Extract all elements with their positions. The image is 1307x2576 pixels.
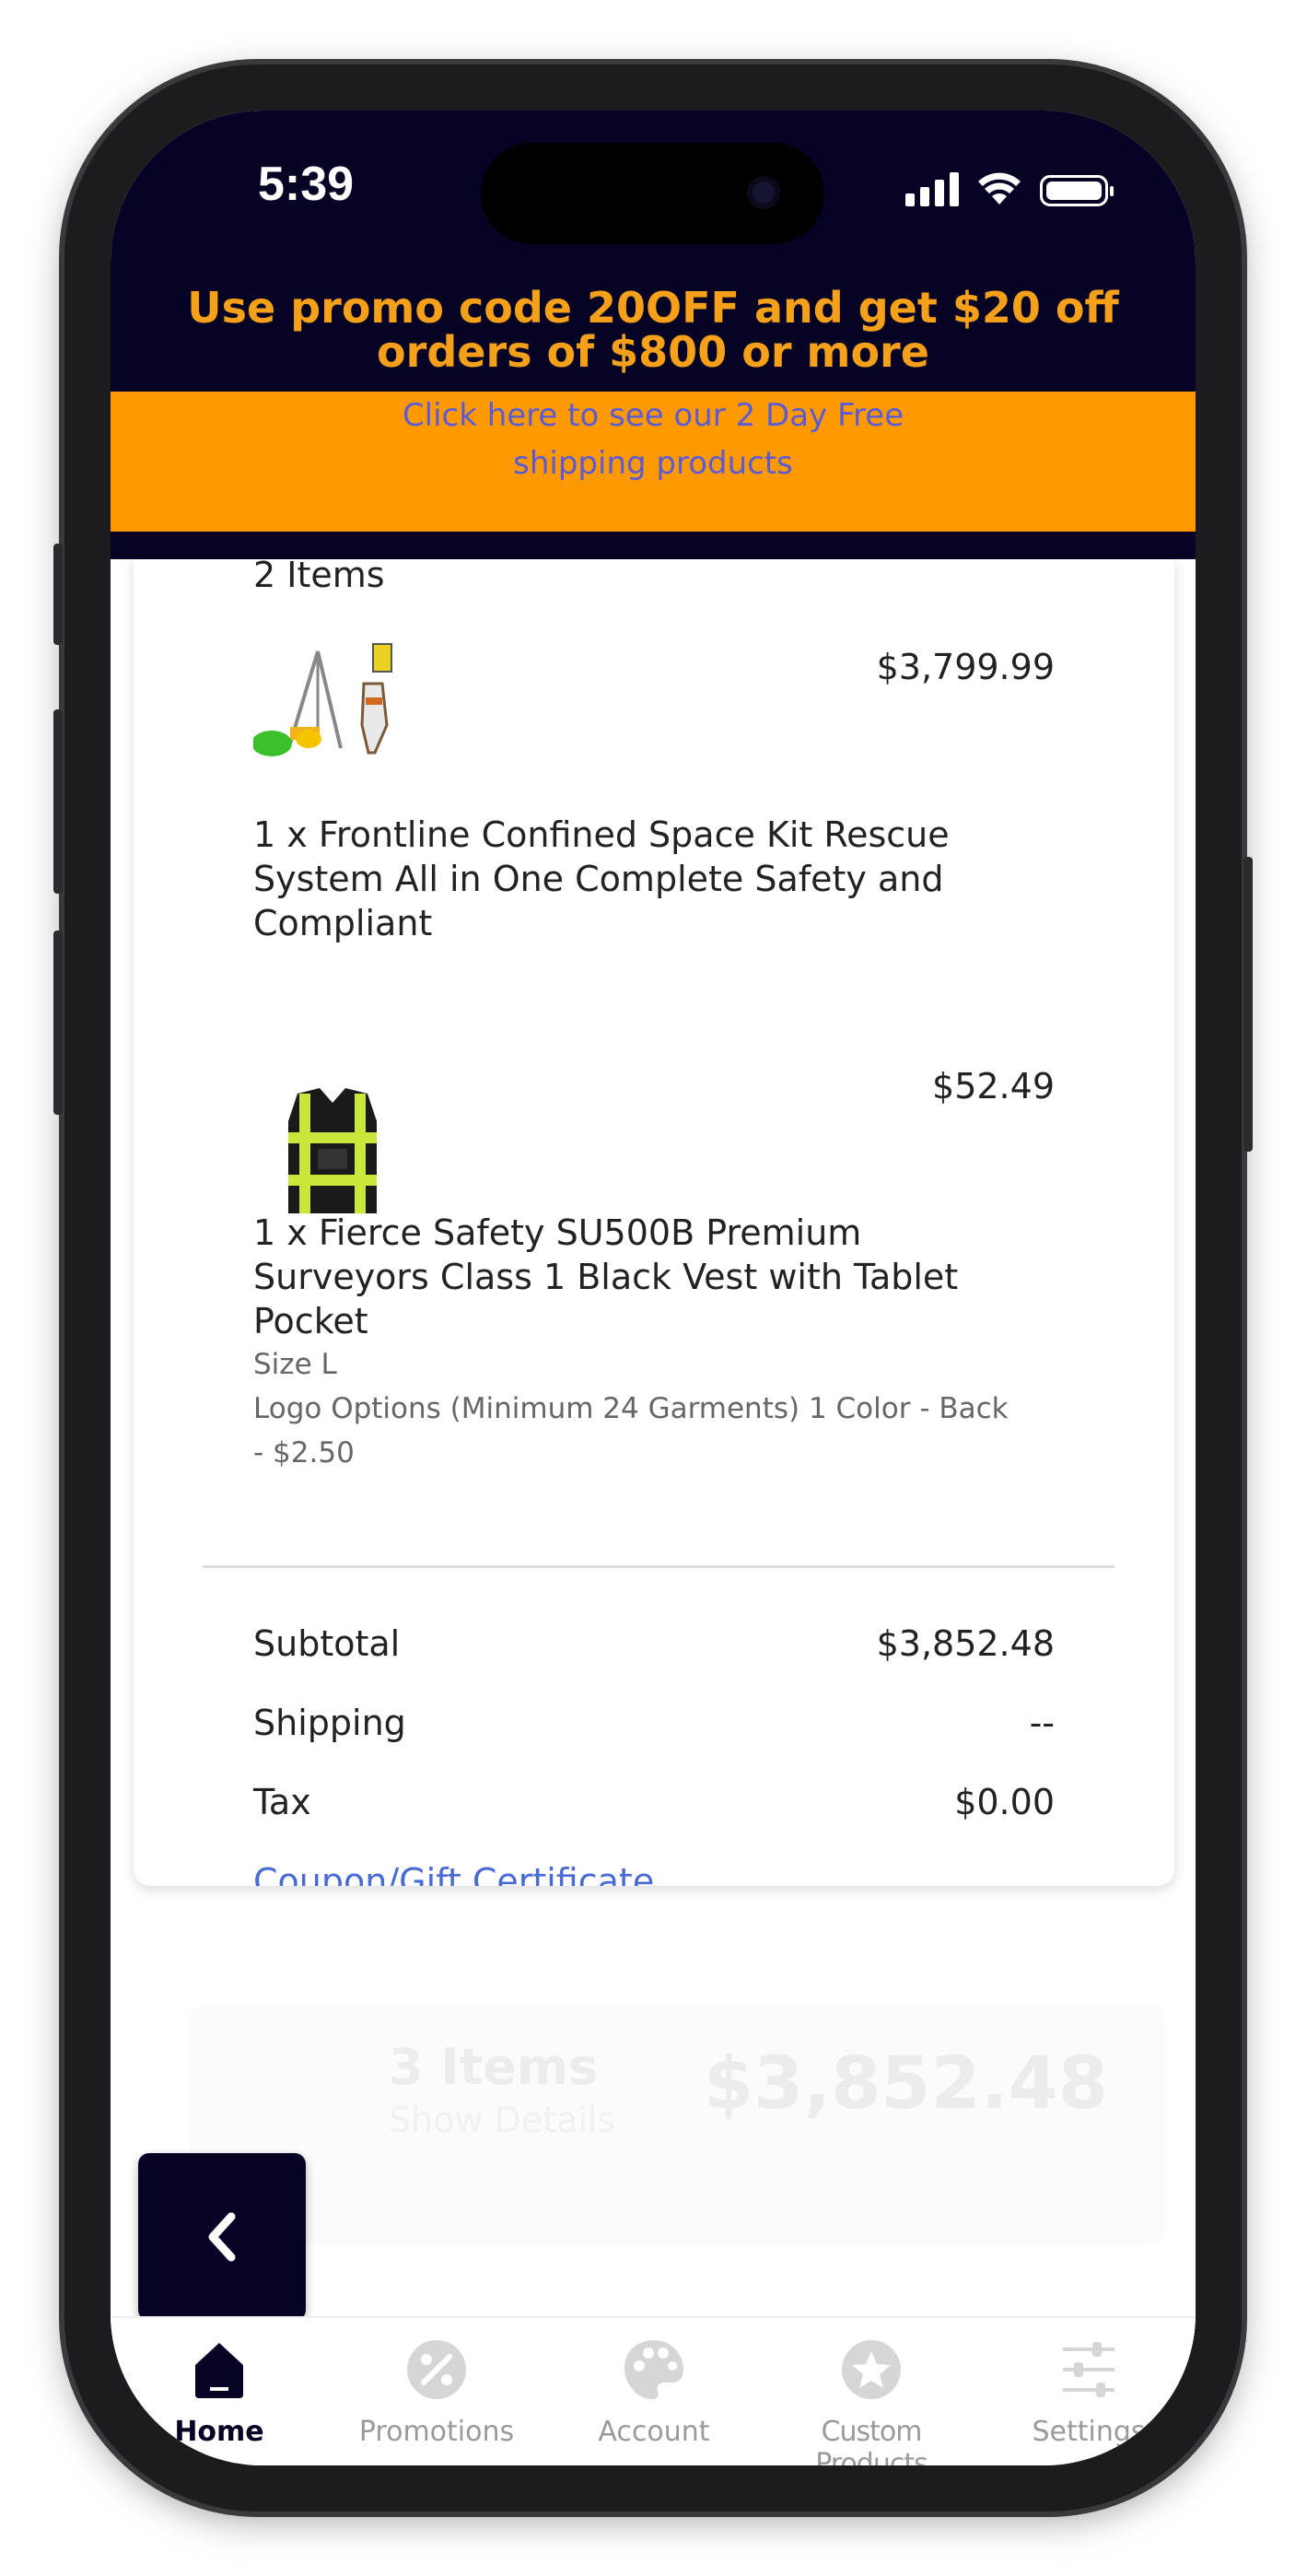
cart-content: 2 Items $3,799.99 1 x Frontline Confined… xyxy=(111,559,1196,2347)
phone-frame: 5:39 Use promo code 20OFF and get $20 of… xyxy=(53,64,1253,2512)
tax-value: $0.00 xyxy=(954,1782,1055,1822)
tab-account[interactable]: Account xyxy=(545,2336,763,2448)
free-shipping-link[interactable]: Click here to see our 2 Day Free shippin… xyxy=(368,392,939,487)
free-shipping-banner[interactable]: Click here to see our 2 Day Free shippin… xyxy=(111,392,1196,532)
home-icon xyxy=(195,2343,243,2398)
tab-label: Settings xyxy=(1032,2416,1146,2448)
tab-settings[interactable]: Settings xyxy=(980,2336,1196,2448)
status-time: 5:39 xyxy=(258,158,355,211)
tab-label: Home xyxy=(174,2416,264,2448)
summary-items-count: 3 Items xyxy=(389,2038,599,2096)
action-button xyxy=(53,544,63,645)
status-icons xyxy=(905,171,1114,206)
power-button xyxy=(1243,857,1253,1152)
tab-promotions[interactable]: Promotions xyxy=(328,2336,545,2448)
tab-label: Account xyxy=(598,2416,710,2448)
item-name[interactable]: 1 x Frontline Confined Space Kit Rescue … xyxy=(253,813,990,945)
items-count: 2 Items xyxy=(253,559,385,595)
volume-down-button xyxy=(53,931,63,1115)
subtotal-value: $3,852.48 xyxy=(876,1623,1055,1664)
shipping-value: -- xyxy=(1029,1703,1055,1743)
rescue-kit-image xyxy=(251,643,392,756)
tab-bar: Home Promotions Account Custom Products … xyxy=(111,2316,1196,2465)
palette-icon xyxy=(624,2340,683,2399)
show-details-link[interactable]: Show Details xyxy=(389,2100,615,2140)
tab-custom-products[interactable]: Custom Products xyxy=(763,2336,980,2465)
item-option-size: Size L xyxy=(253,1348,337,1381)
sliders-icon xyxy=(1063,2342,1114,2397)
shipping-label: Shipping xyxy=(253,1703,406,1743)
app-screen: 5:39 Use promo code 20OFF and get $20 of… xyxy=(111,111,1196,2465)
cellular-signal-icon xyxy=(905,171,959,206)
coupon-gift-certificate-link[interactable]: Coupon/Gift Certificate xyxy=(253,1861,654,1886)
item-option-logo: Logo Options (Minimum 24 Garments) 1 Col… xyxy=(253,1392,1009,1469)
summary-total: $3,852.48 xyxy=(703,2043,1108,2125)
item-price: $52.49 xyxy=(932,1066,1055,1107)
promo-banner-text[interactable]: Use promo code 20OFF and get $20 off ord… xyxy=(111,286,1196,374)
app-header: 5:39 Use promo code 20OFF and get $20 of… xyxy=(111,111,1196,559)
wifi-icon xyxy=(978,172,1021,205)
star-icon xyxy=(842,2340,901,2399)
product-image-safety-vest[interactable] xyxy=(281,1084,384,1223)
safety-vest-image xyxy=(288,1088,377,1213)
volume-up-button xyxy=(53,709,63,894)
tab-home[interactable]: Home xyxy=(111,2336,328,2448)
dynamic-island xyxy=(481,143,824,244)
percent-icon xyxy=(407,2340,466,2399)
order-summary-bar xyxy=(189,2006,1165,2245)
tab-label: Custom Products xyxy=(815,2416,928,2465)
cart-card: 2 Items $3,799.99 1 x Frontline Confined… xyxy=(134,559,1174,1886)
back-button[interactable] xyxy=(138,2153,306,2321)
subtotal-label: Subtotal xyxy=(253,1623,401,1664)
camera-icon xyxy=(747,176,780,209)
tab-label: Promotions xyxy=(358,2416,515,2448)
divider xyxy=(203,1565,1114,1568)
chevron-left-icon xyxy=(208,2212,236,2262)
item-name[interactable]: 1 x Fierce Safety SU500B Premium Surveyo… xyxy=(253,1211,990,1343)
item-price: $3,799.99 xyxy=(876,647,1055,687)
battery-icon xyxy=(1040,175,1114,206)
product-image-rescue-kit[interactable] xyxy=(251,642,401,762)
tax-label: Tax xyxy=(253,1782,311,1822)
